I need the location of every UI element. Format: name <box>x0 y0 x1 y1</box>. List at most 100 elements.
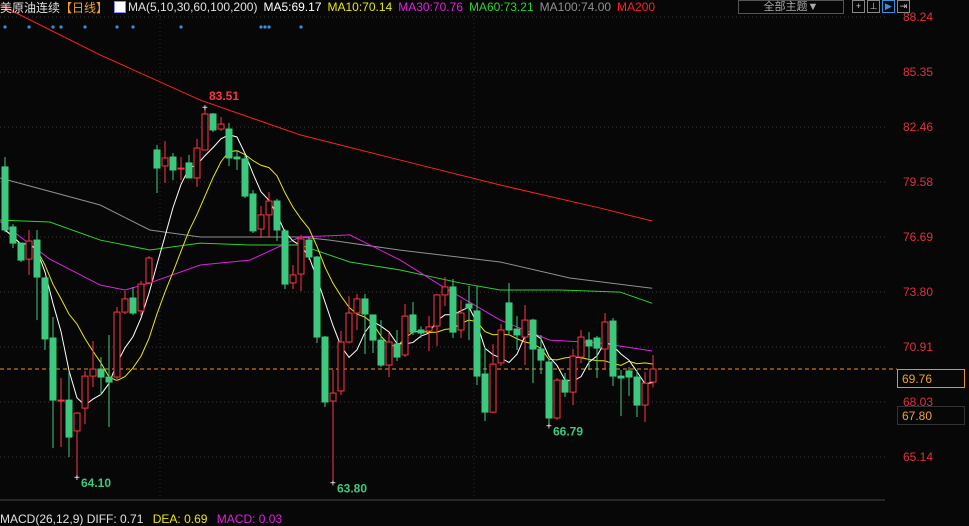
low1-label: 64.10 <box>81 476 111 490</box>
macd-value: MACD: 0.03 <box>216 512 283 526</box>
candle-down <box>249 193 257 232</box>
candle-up <box>385 341 393 366</box>
candle-down <box>225 128 233 159</box>
symbol-name: 美原油连续 <box>0 0 61 15</box>
ma30-value: MA30:70.76 <box>398 0 463 14</box>
candle-up <box>73 412 81 432</box>
event-marker-dot[interactable] <box>179 25 183 29</box>
event-marker-dot[interactable] <box>27 25 31 29</box>
macd-header: MACD(26,12,9) DIFF: 0.71 DEA: 0.69 MACD:… <box>0 512 288 526</box>
period-label[interactable]: 【日线】 <box>60 0 108 16</box>
play-icon[interactable]: ▶ <box>882 0 895 13</box>
candle-down <box>1 166 9 231</box>
candle-down <box>185 162 193 179</box>
chart-header: 美原油连续 【日线】 MA(5,10,30,60,100,200) MA5:69… <box>0 0 661 16</box>
candle-down <box>473 310 481 377</box>
candle-down <box>241 158 249 197</box>
candle-up <box>137 283 145 312</box>
candle-down <box>273 200 281 231</box>
event-marker-dot[interactable] <box>131 25 135 29</box>
candle-up <box>113 311 121 378</box>
candle-down <box>633 376 641 406</box>
ma100-value: MA100:74.00 <box>539 0 612 14</box>
extreme-marker: + <box>330 479 336 490</box>
all-themes-dropdown[interactable]: 全部主题▼ <box>738 0 844 14</box>
y-tick-label: 85.35 <box>903 65 933 79</box>
candle-down <box>33 239 41 278</box>
candle-down <box>369 314 377 341</box>
candle-down <box>609 320 617 377</box>
candle-up <box>345 312 353 343</box>
candle-down <box>321 336 329 403</box>
y-tick-label: 70.91 <box>903 340 933 354</box>
ma100-line <box>0 177 653 289</box>
candle-up <box>457 312 465 331</box>
ma-params: MA(5,10,30,60,100,200) <box>128 0 258 14</box>
event-markers[interactable] <box>3 25 303 29</box>
candlestick-chart: 88.2485.3582.4679.5876.6973.8070.9168.03… <box>0 4 933 501</box>
extreme-marker: + <box>546 422 552 433</box>
exit-icon[interactable]: ⇥ <box>897 0 910 13</box>
candle-down <box>41 277 49 340</box>
y-tick-label: 65.14 <box>903 450 933 464</box>
event-marker-dot[interactable] <box>299 25 303 29</box>
macd-dea: DEA: 0.69 <box>152 512 208 526</box>
candle-up <box>161 157 169 167</box>
extreme-marker: + <box>202 103 208 114</box>
candle-down <box>393 343 401 358</box>
ma200-value: MA200 <box>617 0 656 14</box>
candle-up <box>81 375 89 409</box>
candle-down <box>417 329 425 334</box>
candle-down <box>129 297 137 314</box>
candle-up <box>521 319 529 338</box>
plus-icon[interactable]: + <box>852 0 865 13</box>
candle-up <box>425 326 433 332</box>
high-label: 83.51 <box>209 89 239 103</box>
grid-lines <box>0 15 897 501</box>
candle-down <box>377 339 385 366</box>
y-tick-label: 76.69 <box>903 230 933 244</box>
candle-down <box>545 361 553 419</box>
event-marker-dot[interactable] <box>259 25 263 29</box>
ma10-line <box>4 150 654 382</box>
candle-up <box>201 113 209 151</box>
ma60-line <box>0 219 653 304</box>
candle-up <box>353 298 361 314</box>
candle-up <box>497 329 505 364</box>
event-marker-dot[interactable] <box>83 25 87 29</box>
price-box-secondary: 67.80 <box>897 406 965 425</box>
candle-up <box>89 368 97 377</box>
candle-up <box>553 379 561 419</box>
candle-down <box>17 242 25 261</box>
candle-down <box>409 314 417 333</box>
candle-up <box>257 214 265 230</box>
candle-up <box>177 167 185 170</box>
candle-down <box>65 399 73 438</box>
event-marker-dot[interactable] <box>267 25 271 29</box>
low3-label: 66.79 <box>553 425 583 439</box>
candle-down <box>625 370 633 378</box>
candle-up <box>329 392 337 402</box>
ma-settings-icon[interactable] <box>114 1 127 13</box>
candle-up <box>193 147 201 179</box>
event-marker-dot[interactable] <box>3 25 7 29</box>
candle-up <box>441 286 449 296</box>
event-marker-dot[interactable] <box>59 25 63 29</box>
event-marker-dot[interactable] <box>51 25 55 29</box>
candle-down <box>529 319 537 350</box>
candle-down <box>305 239 313 258</box>
candle-down <box>281 230 289 285</box>
dock-icon[interactable]: ⊥ <box>867 0 880 13</box>
price-axis: 88.2485.3582.4679.5876.6973.8070.9168.03… <box>903 10 933 464</box>
candle-down <box>585 339 593 347</box>
candle-up <box>25 240 33 260</box>
candle-down <box>9 226 17 244</box>
candle-up <box>649 368 657 383</box>
candle-down <box>537 348 545 361</box>
ma30-line <box>0 221 653 352</box>
candle-up <box>297 238 305 275</box>
candle-up <box>121 298 129 313</box>
candle-down <box>49 337 57 401</box>
event-marker-dot[interactable] <box>115 25 119 29</box>
event-marker-dot[interactable] <box>263 25 267 29</box>
